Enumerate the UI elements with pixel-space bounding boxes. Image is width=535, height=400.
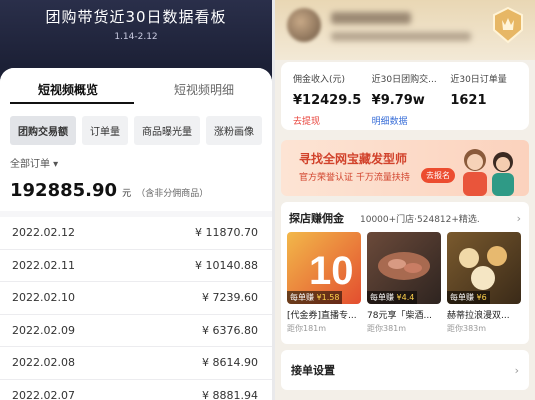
dashboard-card: 短视频概览 短视频明细 团购交易额 订单量 商品曝光量 涨粉画像 全部订单 ▾ … [0,68,272,400]
total-amount: 192885.90 [10,180,118,201]
withdraw-link[interactable]: 去提现 [293,114,364,127]
deal-name: 赫蒂拉浪漫双... [447,311,510,321]
deal-image: 10 每单赚 ¥1.58 [287,232,361,304]
list-item: 2022.02.08 ¥ 8614.90 [0,347,272,380]
stat-value: 1621 [450,93,487,108]
page-title: 团购带货近30日数据看板 [45,8,227,26]
section-title: 探店赚佣金 [289,212,344,225]
shop-header[interactable]: 探店赚佣金 10000+门店·524812+精选... › [281,202,529,232]
row-amount: ¥ 6376.80 [202,323,258,337]
chip-exposure[interactable]: 商品曝光量 [134,116,200,145]
daily-list: 2022.02.12 ¥ 11870.70 2022.02.11 ¥ 10140.8… [0,217,272,400]
chip-orders[interactable]: 订单量 [82,116,128,145]
deal-name: [代金券]直播专... [287,311,357,321]
banner-title: 寻找全网宝藏发型师 [299,152,408,166]
deal-distance: 距你181m [287,324,327,333]
list-item: 2022.02.07 ¥ 8881.94 [0,379,272,400]
avatar[interactable] [287,8,321,42]
shop-meta: 10000+门店·524812+精选... [360,214,480,225]
order-filter-dropdown[interactable]: 全部订单 ▾ [10,155,262,170]
stat-label: 近30日团购交... [371,75,437,85]
deal-image: 每单赚 ¥6 [447,232,521,304]
row-date: 2022.02.12 [12,226,75,240]
date-range: 1.14-2.12 [114,32,158,42]
stat-commission[interactable]: 佣金收入(元) ¥12429.5 去提现 [289,70,368,127]
signup-button[interactable]: 去报名 [421,168,455,183]
chevron-right-icon[interactable]: › [517,212,521,225]
list-item: 2022.02.12 ¥ 11870.70 [0,217,272,250]
row-date: 2022.02.07 [12,388,75,400]
deal-cards: 10 每单赚 ¥1.58 [代金券]直播专... 距你181m 每单赚 ¥4.4… [281,232,529,334]
list-item: 2022.02.11 ¥ 10140.88 [0,249,272,282]
total-line: 192885.90 元 （含非分佣商品） [10,180,262,201]
banner-subtitle: 官方荣誉认证 千万流量扶持 [299,173,410,183]
row-amount: ¥ 8881.94 [202,388,258,400]
stat-label: 佣金收入(元) [293,75,346,85]
shop-commission-section: 探店赚佣金 10000+门店·524812+精选... › 10 每单赚 ¥1.… [281,202,529,344]
metric-chips: 团购交易额 订单量 商品曝光量 涨粉画像 [0,106,272,151]
level-badge-icon[interactable] [491,6,525,44]
total-unit: 元 [122,189,132,199]
stats-card: 佣金收入(元) ¥12429.5 去提现 近30日团购交... ¥9.79w 明… [281,62,529,130]
dashboard-header: 团购带货近30日数据看板 1.14-2.12 [0,0,272,66]
blurred-username [331,12,411,24]
chip-fans[interactable]: 涨粉画像 [206,116,262,145]
list-item: 2022.02.10 ¥ 7239.60 [0,282,272,315]
deal-distance: 距你381m [367,324,407,333]
profile-header [275,0,535,60]
order-settings-row[interactable]: 接单设置 › [281,350,529,390]
tab-overview[interactable]: 短视频概览 [0,68,136,106]
stat-gmv[interactable]: 近30日团购交... ¥9.79w 明细数据 [368,70,447,127]
row-amount: ¥ 10140.88 [195,258,258,272]
row-date: 2022.02.08 [12,356,75,370]
deal-card[interactable]: 每单赚 ¥6 赫蒂拉浪漫双... 距你383m [447,232,521,334]
left-screen: 团购带货近30日数据看板 1.14-2.12 短视频概览 短视频明细 团购交易额… [0,0,272,400]
row-amount: ¥ 7239.60 [202,291,258,305]
row-date: 2022.02.11 [12,258,75,272]
row-date: 2022.02.10 [12,291,75,305]
stylist-illustration-icon [463,149,514,196]
order-settings-label: 接单设置 [291,364,335,377]
list-item: 2022.02.09 ¥ 6376.80 [0,314,272,347]
blurred-subtitle [331,32,471,41]
stat-value: ¥12429.5 [293,93,362,108]
promo-banner[interactable]: 寻找全网宝藏发型师 官方荣誉认证 千万流量扶持 去报名 [281,140,529,196]
svg-text:10: 10 [309,249,354,293]
stat-orders[interactable]: 近30日订单量 1621 [446,70,525,122]
view-tabs: 短视频概览 短视频明细 [0,68,272,106]
tab-detail[interactable]: 短视频明细 [136,68,272,106]
detail-data-link[interactable]: 明细数据 [372,114,443,127]
row-amount: ¥ 11870.70 [195,226,258,240]
earn-tag: 每单赚 ¥6 [447,291,490,304]
deal-card[interactable]: 每单赚 ¥4.4 78元享「柴酒... 距你381m [367,232,441,334]
deal-distance: 距你383m [447,324,487,333]
deal-name: 78元享「柴酒... [367,311,433,321]
row-date: 2022.02.09 [12,323,75,337]
total-note: （含非分佣商品） [136,189,209,199]
chevron-right-icon: › [514,363,519,377]
stat-label: 近30日订单量 [450,75,507,85]
row-amount: ¥ 8614.90 [202,356,258,370]
earn-tag: 每单赚 ¥1.58 [287,291,343,304]
deal-image: 每单赚 ¥4.4 [367,232,441,304]
right-screen: 佣金收入(元) ¥12429.5 去提现 近30日团购交... ¥9.79w 明… [275,0,535,400]
chip-gmv[interactable]: 团购交易额 [10,116,76,145]
stat-value: ¥9.79w [371,93,425,108]
earn-tag: 每单赚 ¥4.4 [367,291,418,304]
deal-card[interactable]: 10 每单赚 ¥1.58 [代金券]直播专... 距你181m [287,232,361,334]
summary: 全部订单 ▾ 192885.90 元 （含非分佣商品） [0,151,272,211]
